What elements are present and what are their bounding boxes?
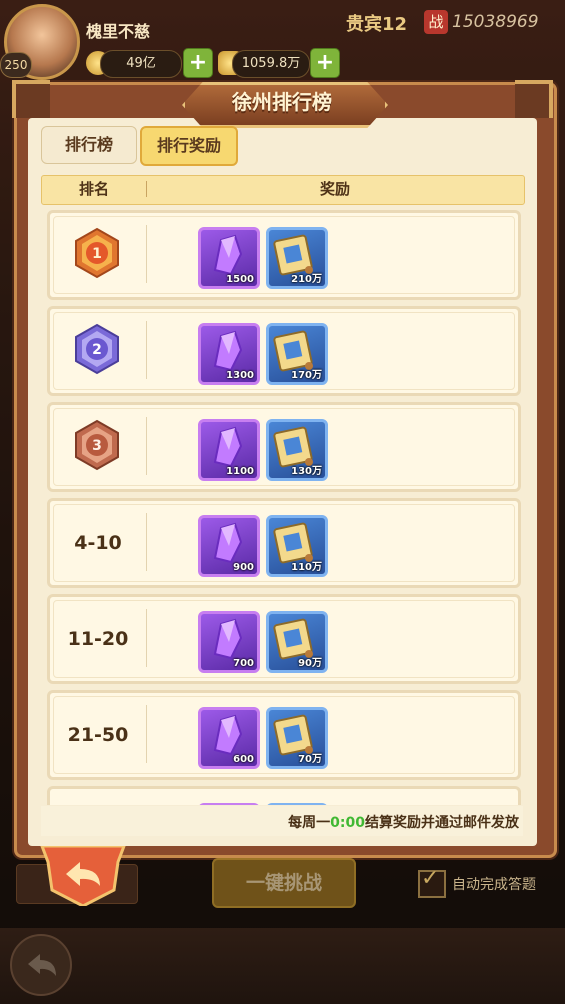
reward-quantity: 600: [233, 754, 254, 765]
reward-item-gem[interactable]: 1500: [198, 227, 260, 289]
player-name: 槐里不慈: [86, 22, 151, 41]
reward-quantity: 900: [233, 562, 254, 573]
purple-crystal-icon: [213, 426, 243, 468]
reward-quantity: 1100: [226, 466, 254, 477]
note-prefix: 每周一: [288, 815, 331, 831]
row-divider: [146, 705, 147, 763]
rank-medal-purple-icon: 2: [75, 323, 119, 375]
tab-leaderboard[interactable]: 排行榜: [41, 126, 137, 164]
gold-amount: 1059.8万: [232, 50, 310, 78]
return-arrow-icon[interactable]: [10, 934, 72, 996]
reward-item-gem[interactable]: 700: [198, 611, 260, 673]
row-divider: [146, 321, 147, 379]
purple-crystal-icon: [213, 522, 243, 564]
checkmark-icon: ✓: [421, 866, 440, 891]
auto-answer-label: 自动完成答题: [452, 877, 536, 893]
note-time: 0:00: [330, 815, 365, 831]
combat-power: 15038969: [452, 12, 539, 32]
row-divider: [146, 417, 147, 475]
bottom-bar: [0, 928, 565, 1004]
reward-quantity: 170万: [291, 370, 322, 381]
vip-level[interactable]: 贵宾12: [346, 10, 407, 36]
medal-number: 3: [92, 438, 102, 454]
reward-quantity: 70万: [298, 754, 322, 765]
dialog-title: 徐州排行榜: [232, 90, 332, 114]
purple-crystal-icon: [213, 234, 243, 276]
silver-amount: 49亿: [100, 50, 182, 78]
reward-quantity: 130万: [291, 466, 322, 477]
purple-crystal-icon: [213, 714, 243, 756]
table-row: 11-20 700 90万: [47, 594, 521, 684]
table-row: [47, 786, 521, 805]
table-row: 4-10 900 110万: [47, 498, 521, 588]
rank-medal-bronze-icon: 3: [75, 419, 119, 471]
purple-crystal-icon: [213, 330, 243, 372]
frame-corner-ornament: [515, 80, 553, 118]
tab-rank-rewards[interactable]: 排行奖励: [140, 126, 238, 166]
add-gold-button[interactable]: +: [310, 48, 340, 78]
add-silver-button[interactable]: +: [183, 48, 213, 78]
table-row: 21-50 600 70万: [47, 690, 521, 780]
back-arrow-icon[interactable]: [36, 846, 130, 906]
reward-quantity: 700: [233, 658, 254, 669]
header-reward: 奖励: [319, 180, 350, 198]
row-divider: [146, 225, 147, 283]
medal-number: 1: [92, 246, 102, 262]
power-icon: 战: [424, 10, 448, 34]
reward-item-exp-book[interactable]: 110万: [266, 515, 328, 577]
player-level: 250: [0, 52, 32, 78]
one-click-challenge-button[interactable]: 一键挑战: [212, 858, 356, 908]
reward-item-exp-book[interactable]: 210万: [266, 227, 328, 289]
table-row: 3 1100 130万: [47, 402, 521, 492]
row-divider: [146, 513, 147, 571]
reward-item-gem[interactable]: 1100: [198, 419, 260, 481]
table-row: 2 1300 170万: [47, 306, 521, 396]
reward-quantity: 1300: [226, 370, 254, 381]
purple-crystal-icon: [213, 618, 243, 660]
reward-item-gem[interactable]: 600: [198, 707, 260, 769]
reward-item-exp-book[interactable]: 70万: [266, 707, 328, 769]
row-divider: [146, 609, 147, 667]
reward-quantity: 90万: [298, 658, 322, 669]
table-row: 1 1500 210万: [47, 210, 521, 300]
rank-medal-gold-icon: 1: [75, 227, 119, 279]
reward-item-exp-book[interactable]: 170万: [266, 323, 328, 385]
settlement-note: 每周一0:00结算奖励并通过邮件发放: [288, 812, 519, 832]
rank-range: 21-50: [67, 724, 129, 746]
rank-range: 4-10: [74, 532, 122, 554]
reward-item-gem[interactable]: [198, 803, 260, 805]
reward-item-exp-book[interactable]: 90万: [266, 611, 328, 673]
frame-corner-ornament: [12, 80, 50, 118]
note-suffix: 结算奖励并通过邮件发放: [365, 815, 519, 831]
reward-item-gem[interactable]: 1300: [198, 323, 260, 385]
reward-item-exp-book[interactable]: [266, 803, 328, 805]
reward-quantity: 110万: [291, 562, 322, 573]
reward-item-exp-book[interactable]: 130万: [266, 419, 328, 481]
reward-list[interactable]: 1 1500 210万 2 1300 170万 3 1100 130万 4-10…: [41, 207, 523, 805]
reward-quantity: 210万: [291, 274, 322, 285]
rank-range: 11-20: [67, 628, 129, 650]
reward-quantity: 1500: [226, 274, 254, 285]
medal-number: 2: [92, 342, 102, 358]
reward-item-gem[interactable]: 900: [198, 515, 260, 577]
header-rank: 排名: [78, 180, 109, 198]
